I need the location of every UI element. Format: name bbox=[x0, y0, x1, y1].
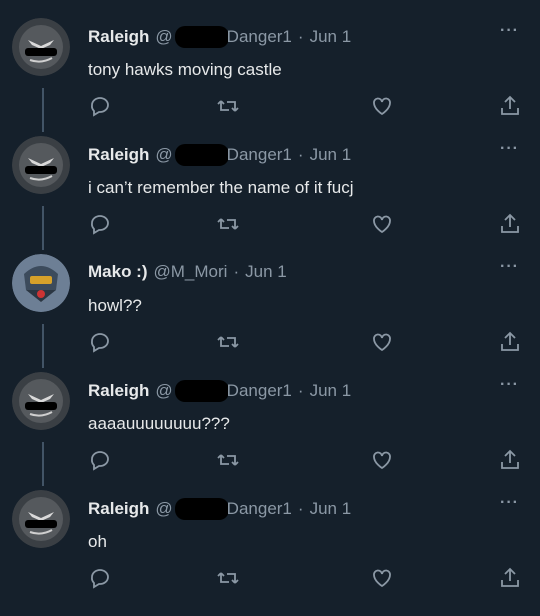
display-name[interactable]: Raleigh bbox=[88, 27, 149, 47]
redaction-bar bbox=[174, 144, 229, 166]
more-options-icon[interactable]: ··· bbox=[500, 22, 519, 40]
more-options-icon[interactable]: ··· bbox=[500, 494, 519, 512]
tweet-text: i can’t remember the name of it fucj bbox=[88, 178, 354, 197]
tweet-actions bbox=[0, 94, 540, 120]
retweet-icon[interactable] bbox=[216, 566, 240, 590]
avatar-raleigh-image bbox=[12, 372, 70, 430]
tweet-actions bbox=[0, 212, 540, 238]
like-icon[interactable] bbox=[370, 448, 394, 472]
tweet-text: oh bbox=[88, 532, 107, 551]
reply-icon[interactable] bbox=[88, 212, 112, 236]
handle-prefix[interactable]: @ bbox=[155, 381, 172, 401]
retweet-icon[interactable] bbox=[216, 448, 240, 472]
avatar-raleigh-image bbox=[12, 18, 70, 76]
separator: · bbox=[297, 27, 304, 46]
retweet-icon[interactable] bbox=[216, 212, 240, 236]
display-name[interactable]: Raleigh bbox=[88, 499, 149, 519]
display-name[interactable]: Raleigh bbox=[88, 381, 149, 401]
separator: · bbox=[233, 262, 240, 281]
tweet[interactable]: Mako :) @M_Mori · Jun 1 ··· howl?? bbox=[0, 238, 540, 356]
display-name[interactable]: Raleigh bbox=[88, 145, 149, 165]
avatar[interactable] bbox=[12, 254, 70, 312]
handle-suffix[interactable]: Danger1 bbox=[227, 499, 292, 519]
avatar-raleigh-image bbox=[12, 136, 70, 194]
timestamp[interactable]: Jun 1 bbox=[310, 499, 352, 519]
reply-icon[interactable] bbox=[88, 94, 112, 118]
more-options-icon[interactable]: ··· bbox=[500, 140, 519, 158]
reply-icon[interactable] bbox=[88, 566, 112, 590]
tweet[interactable]: Raleigh @ Danger1 · Jun 1 ··· tony hawks… bbox=[0, 2, 540, 120]
share-icon[interactable] bbox=[498, 94, 522, 118]
handle-suffix[interactable]: Danger1 bbox=[227, 381, 292, 401]
share-icon[interactable] bbox=[498, 212, 522, 236]
redaction-bar bbox=[174, 498, 229, 520]
like-icon[interactable] bbox=[370, 330, 394, 354]
share-icon[interactable] bbox=[498, 448, 522, 472]
handle[interactable]: @M_Mori bbox=[154, 262, 228, 282]
avatar[interactable] bbox=[12, 490, 70, 548]
tweet-header: Raleigh @ Danger1 · Jun 1 bbox=[88, 498, 351, 520]
timestamp[interactable]: Jun 1 bbox=[310, 27, 352, 47]
tweet-text: howl?? bbox=[88, 296, 142, 315]
handle-suffix[interactable]: Danger1 bbox=[227, 27, 292, 47]
avatar[interactable] bbox=[12, 136, 70, 194]
more-options-icon[interactable]: ··· bbox=[500, 376, 519, 394]
handle-suffix[interactable]: Danger1 bbox=[227, 145, 292, 165]
avatar[interactable] bbox=[12, 372, 70, 430]
retweet-icon[interactable] bbox=[216, 94, 240, 118]
tweet-header: Mako :) @M_Mori · Jun 1 bbox=[88, 262, 287, 282]
redaction-bar bbox=[174, 26, 229, 48]
more-options-icon[interactable]: ··· bbox=[500, 258, 519, 276]
avatar-mako-image bbox=[12, 254, 70, 312]
share-icon[interactable] bbox=[498, 330, 522, 354]
redaction-bar bbox=[174, 380, 229, 402]
timestamp[interactable]: Jun 1 bbox=[310, 145, 352, 165]
tweet-header: Raleigh @ Danger1 · Jun 1 bbox=[88, 380, 351, 402]
handle-prefix[interactable]: @ bbox=[155, 145, 172, 165]
display-name[interactable]: Mako :) bbox=[88, 262, 148, 282]
tweet[interactable]: Raleigh @ Danger1 · Jun 1 ··· aaaauuuuuu… bbox=[0, 356, 540, 474]
like-icon[interactable] bbox=[370, 566, 394, 590]
reply-icon[interactable] bbox=[88, 330, 112, 354]
tweet-text: tony hawks moving castle bbox=[88, 60, 282, 79]
retweet-icon[interactable] bbox=[216, 330, 240, 354]
avatar-raleigh-image bbox=[12, 490, 70, 548]
tweet-text: aaaauuuuuuuu??? bbox=[88, 414, 230, 433]
tweet[interactable]: Raleigh @ Danger1 · Jun 1 ··· oh bbox=[0, 474, 540, 592]
handle-prefix[interactable]: @ bbox=[155, 27, 172, 47]
handle-prefix[interactable]: @ bbox=[155, 499, 172, 519]
tweet[interactable]: Raleigh @ Danger1 · Jun 1 ··· i can’t re… bbox=[0, 120, 540, 238]
like-icon[interactable] bbox=[370, 94, 394, 118]
like-icon[interactable] bbox=[370, 212, 394, 236]
timestamp[interactable]: Jun 1 bbox=[245, 262, 287, 282]
separator: · bbox=[297, 145, 304, 164]
tweet-actions bbox=[0, 330, 540, 356]
tweet-header: Raleigh @ Danger1 · Jun 1 bbox=[88, 144, 351, 166]
share-icon[interactable] bbox=[498, 566, 522, 590]
avatar[interactable] bbox=[12, 18, 70, 76]
tweet-actions bbox=[0, 566, 540, 592]
separator: · bbox=[297, 381, 304, 400]
tweet-actions bbox=[0, 448, 540, 474]
timestamp[interactable]: Jun 1 bbox=[310, 381, 352, 401]
reply-icon[interactable] bbox=[88, 448, 112, 472]
separator: · bbox=[297, 499, 304, 518]
tweet-header: Raleigh @ Danger1 · Jun 1 bbox=[88, 26, 351, 48]
